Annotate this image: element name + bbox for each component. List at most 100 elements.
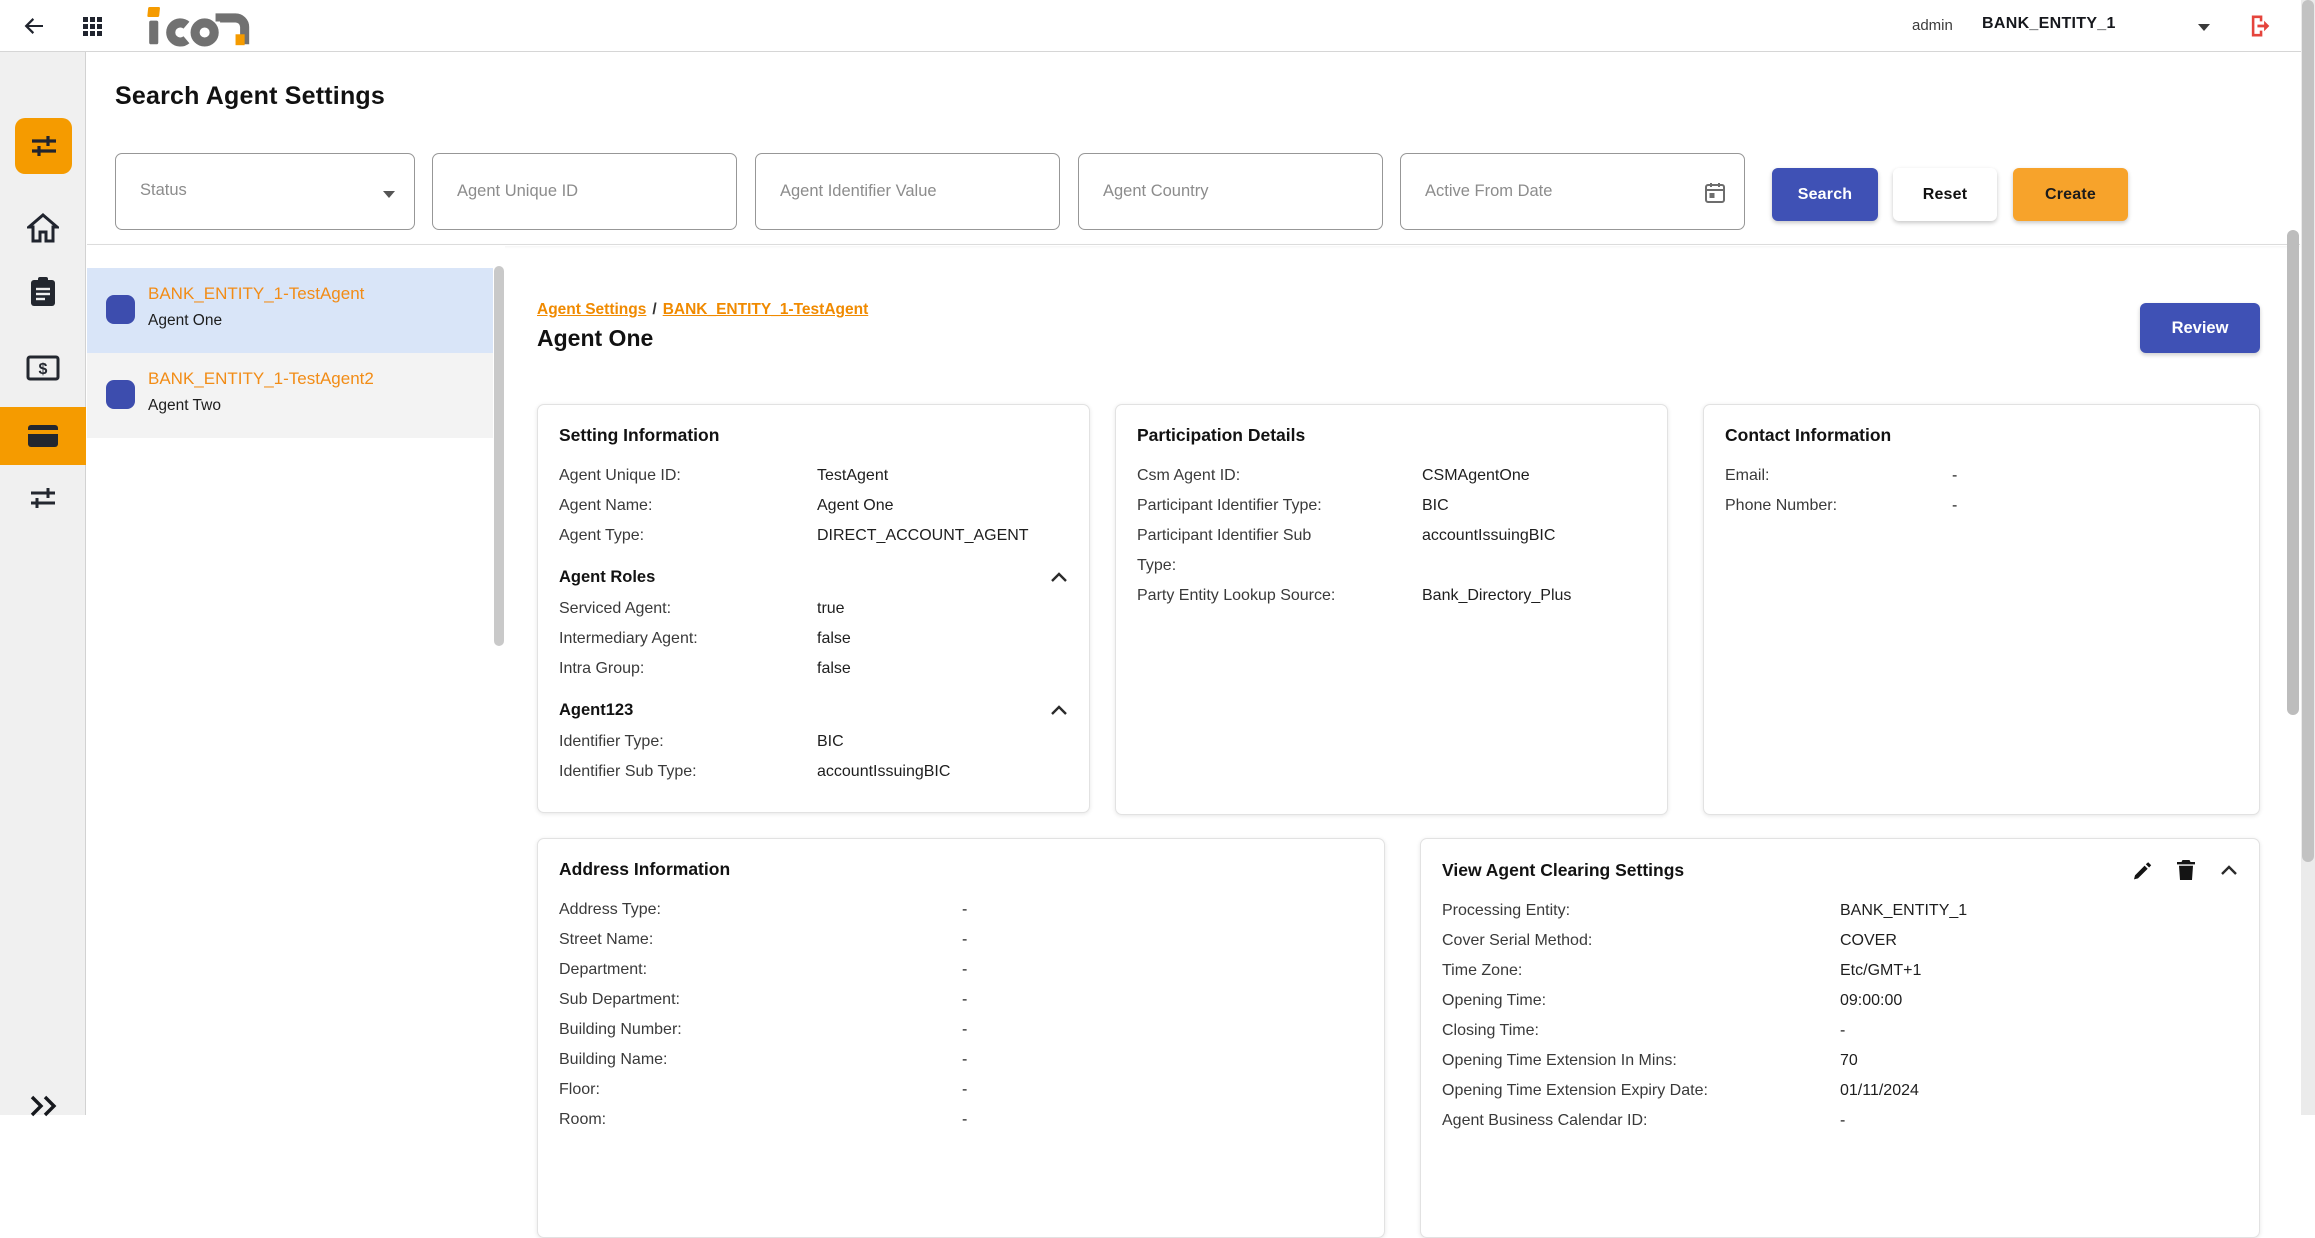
- field-row: Address Type:-: [559, 895, 1363, 925]
- field-label: Address Type:: [559, 895, 962, 925]
- edit-icon[interactable]: [2131, 860, 2152, 881]
- field-label: Cover Serial Method:: [1442, 926, 1840, 956]
- search-button[interactable]: Search: [1772, 168, 1878, 221]
- field-value: -: [1840, 1016, 1845, 1046]
- field-value: -: [962, 1015, 967, 1045]
- field-row: Street Name:-: [559, 925, 1363, 955]
- sidebar-expand-icon[interactable]: [26, 1092, 60, 1125]
- field-row: Processing Entity:BANK_ENTITY_1: [1442, 896, 2238, 926]
- chevron-up-icon[interactable]: [1050, 572, 1068, 583]
- agent-identifier-value-input[interactable]: [756, 154, 1059, 229]
- field-row: Sub Department:-: [559, 985, 1363, 1015]
- caret-down-icon[interactable]: [2198, 24, 2210, 31]
- status-select[interactable]: Status: [115, 153, 415, 230]
- agent-clearing-settings-card: View Agent Clearing Settings Processing …: [1420, 838, 2260, 1238]
- agent-country-input[interactable]: [1079, 154, 1382, 229]
- create-button[interactable]: Create: [2013, 168, 2128, 221]
- apps-grid-icon[interactable]: [80, 14, 104, 43]
- field-row: Department:-: [559, 955, 1363, 985]
- content-scrollbar-thumb[interactable]: [2287, 230, 2299, 715]
- user-role-label: admin: [1912, 17, 1953, 34]
- caret-down-icon[interactable]: [382, 186, 396, 204]
- field-value: -: [962, 1045, 967, 1075]
- agent-results-list: BANK_ENTITY_1-TestAgent Agent One BANK_E…: [87, 246, 505, 1115]
- field-row: Closing Time:-: [1442, 1016, 2238, 1046]
- field-value: DIRECT_ACCOUNT_AGENT: [817, 521, 1029, 551]
- sidebar-item-tasks[interactable]: [0, 274, 86, 310]
- card-title: Participation Details: [1137, 425, 1646, 446]
- field-label: Identifier Sub Type:: [559, 757, 817, 787]
- field-value: -: [962, 925, 967, 955]
- list-item-agent-one-selected[interactable]: BANK_ENTITY_1-TestAgent Agent One: [87, 268, 493, 353]
- field-value: 09:00:00: [1840, 986, 1902, 1016]
- reset-button[interactable]: Reset: [1893, 168, 1997, 221]
- chevron-up-icon[interactable]: [2220, 865, 2238, 876]
- field-value: BANK_ENTITY_1: [1840, 896, 1967, 926]
- back-icon[interactable]: [22, 14, 46, 43]
- window-scrollbar-thumb[interactable]: [2302, 0, 2314, 862]
- field-value: accountIssuingBIC: [817, 757, 950, 787]
- card-header: View Agent Clearing Settings: [1442, 859, 2238, 881]
- address-information-card: Address Information Address Type:- Stree…: [537, 838, 1385, 1238]
- agent-country-field: [1078, 153, 1383, 230]
- field-value: COVER: [1840, 926, 1897, 956]
- sidebar-item-billing[interactable]: $: [0, 352, 86, 384]
- contact-information-card: Contact Information Email:- Phone Number…: [1703, 404, 2260, 815]
- field-row: Agent Business Calendar ID:-: [1442, 1106, 2238, 1136]
- field-label: Participant Identifier Sub Type:: [1137, 521, 1422, 581]
- active-from-date-input[interactable]: [1401, 154, 1744, 229]
- field-row: Participant Identifier Sub Type:accountI…: [1137, 521, 1646, 581]
- agent-unique-id-field: [432, 153, 737, 230]
- field-value: -: [1952, 461, 1957, 491]
- review-button[interactable]: Review: [2140, 303, 2260, 353]
- agent-unique-id-input[interactable]: [433, 154, 736, 229]
- field-value: 01/11/2024: [1840, 1076, 1919, 1106]
- field-label: Building Name:: [559, 1045, 962, 1075]
- field-label: Building Number:: [559, 1015, 962, 1045]
- field-label: Intermediary Agent:: [559, 624, 817, 654]
- agent-id-link[interactable]: BANK_ENTITY_1-TestAgent: [148, 284, 364, 304]
- field-value: BIC: [817, 727, 844, 757]
- field-value: CSMAgentOne: [1422, 461, 1530, 491]
- field-row: Intermediary Agent:false: [559, 624, 1068, 654]
- field-row: Agent Type:DIRECT_ACCOUNT_AGENT: [559, 521, 1068, 551]
- sidebar-item-home[interactable]: [0, 210, 86, 246]
- chevron-up-icon[interactable]: [1050, 705, 1068, 716]
- field-row: Time Zone:Etc/GMT+1: [1442, 956, 2238, 986]
- list-scrollbar-thumb[interactable]: [494, 266, 504, 646]
- logout-icon[interactable]: [2246, 12, 2274, 45]
- sidebar-item-settings[interactable]: [0, 482, 86, 514]
- agent-swatch-icon: [106, 295, 135, 324]
- participation-details-card: Participation Details Csm Agent ID:CSMAg…: [1115, 404, 1668, 815]
- sidebar-item-agent-settings-active[interactable]: [15, 118, 72, 174]
- calendar-icon[interactable]: [1704, 182, 1726, 209]
- field-label: Opening Time:: [1442, 986, 1840, 1016]
- field-label: Agent Name:: [559, 491, 817, 521]
- field-row: Identifier Sub Type:accountIssuingBIC: [559, 757, 1068, 787]
- sliders-tune-icon: [29, 131, 59, 161]
- field-value: Agent One: [817, 491, 894, 521]
- field-label: Sub Department:: [559, 985, 962, 1015]
- field-value: -: [962, 955, 967, 985]
- entity-selector[interactable]: BANK_ENTITY_1: [1982, 15, 2116, 33]
- field-label: Csm Agent ID:: [1137, 461, 1422, 491]
- field-row: Building Number:-: [559, 1015, 1363, 1045]
- field-label: Closing Time:: [1442, 1016, 1840, 1046]
- section-title: Agent Roles: [559, 568, 655, 587]
- active-from-date-field: [1400, 153, 1745, 230]
- breadcrumb-link-agent[interactable]: BANK_ENTITY_1-TestAgent: [663, 301, 869, 318]
- breadcrumb-link-agent-settings[interactable]: Agent Settings: [537, 301, 646, 318]
- sidebar-item-agent-cards-active[interactable]: [0, 407, 86, 465]
- field-value: accountIssuingBIC: [1422, 521, 1555, 581]
- field-label: Identifier Type:: [559, 727, 817, 757]
- field-row: Identifier Type:BIC: [559, 727, 1068, 757]
- card-title: Setting Information: [559, 425, 1068, 446]
- field-row: Csm Agent ID:CSMAgentOne: [1137, 461, 1646, 491]
- delete-icon[interactable]: [2176, 859, 2196, 881]
- field-value: TestAgent: [817, 461, 888, 491]
- agent-id-link[interactable]: BANK_ENTITY_1-TestAgent2: [148, 369, 374, 389]
- sliders-settings-icon: [28, 483, 58, 513]
- field-label: Agent Unique ID:: [559, 461, 817, 491]
- list-item-agent-two[interactable]: BANK_ENTITY_1-TestAgent2 Agent Two: [87, 353, 493, 438]
- agent-identifier-value-field: [755, 153, 1060, 230]
